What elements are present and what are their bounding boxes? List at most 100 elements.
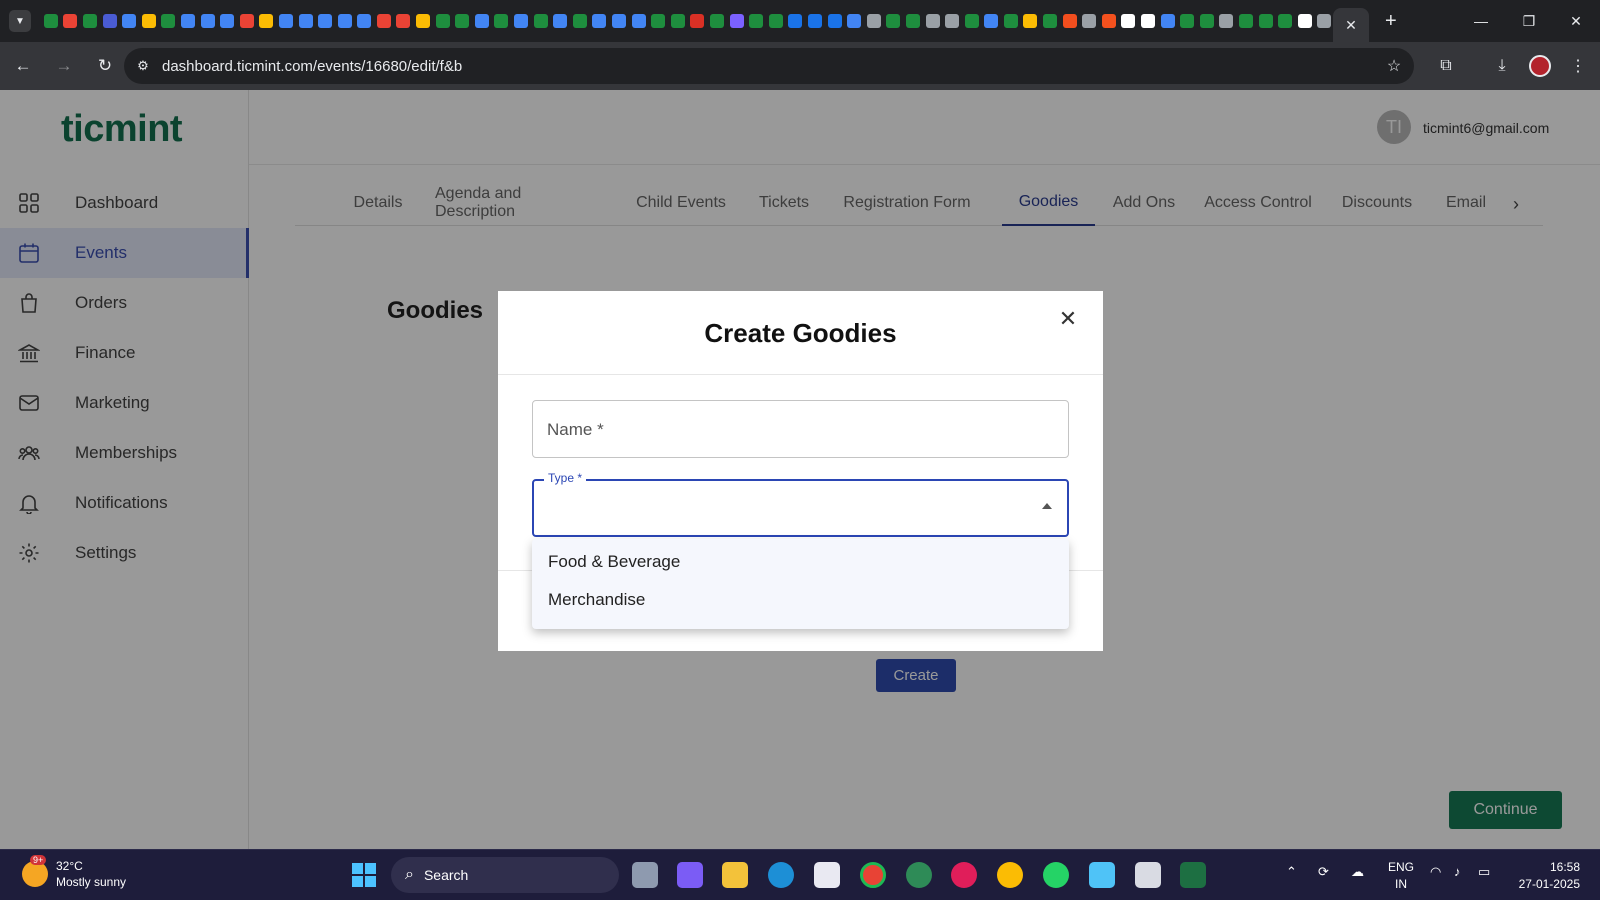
tab-favicon[interactable] [553,14,568,28]
tab-favicon[interactable] [945,14,960,28]
tab-favicon[interactable] [494,14,509,28]
tab-favicon[interactable] [866,14,881,28]
tab-favicon[interactable] [984,14,999,28]
tab-favicon[interactable] [1180,14,1195,28]
tab-favicon[interactable] [1219,14,1234,28]
option-merchandise[interactable]: Merchandise [548,590,645,610]
option-food-beverage[interactable]: Food & Beverage [548,552,680,572]
tab-favicon[interactable] [1160,14,1175,28]
tab-favicon[interactable] [925,14,940,28]
tab-favicon[interactable] [886,14,901,28]
chrome-icon[interactable] [860,862,886,888]
tab-favicon[interactable] [572,14,587,28]
tab-favicon[interactable] [514,14,529,28]
caret-up-icon[interactable] [1042,503,1052,509]
forward-icon[interactable]: → [46,48,82,84]
tab-favicon[interactable] [1003,14,1018,28]
bookmark-star-icon[interactable]: ☆ [1376,48,1412,84]
tab-favicon[interactable] [1101,14,1116,28]
tab-favicon[interactable] [1023,14,1038,28]
tab-favicon[interactable] [768,14,783,28]
back-icon[interactable]: ← [5,48,41,84]
active-tab[interactable]: ✕ [1333,8,1369,42]
tab-favicon[interactable] [435,14,450,28]
tab-favicon[interactable] [651,14,666,28]
tab-favicon[interactable] [337,14,352,28]
tab-favicon[interactable] [1043,14,1058,28]
tab-favicon[interactable] [690,14,705,28]
tab-favicon[interactable] [1082,14,1097,28]
windows-start-icon[interactable] [352,863,376,887]
snipping-tool-icon[interactable] [1135,862,1161,888]
tab-favicon[interactable] [670,14,685,28]
tab-favicon[interactable] [82,14,97,28]
restore-icon[interactable]: ❐ [1504,0,1554,42]
close-window-icon[interactable]: ✕ [1551,0,1600,42]
address-bar[interactable]: ⚙ dashboard.ticmint.com/events/16680/edi… [124,48,1414,84]
name-input[interactable]: Name * [532,400,1069,458]
close-icon[interactable]: ✕ [1054,305,1082,333]
tab-favicon[interactable] [631,14,646,28]
copilot-icon[interactable] [677,862,703,888]
close-tab-icon[interactable]: ✕ [1345,17,1357,34]
tab-favicon[interactable] [592,14,607,28]
url-text[interactable]: dashboard.ticmint.com/events/16680/edit/… [162,58,462,75]
tab-favicon[interactable] [298,14,313,28]
tab-favicon[interactable] [220,14,235,28]
taskbar-search[interactable]: ⌕ Search [391,857,619,893]
tab-favicon[interactable] [318,14,333,28]
tab-favicon[interactable] [1141,14,1156,28]
tab-favicon[interactable] [43,14,58,28]
tab-favicon[interactable] [533,14,548,28]
weather-widget[interactable]: 9+ 32°C Mostly sunny [22,855,126,890]
tab-favicon[interactable] [200,14,215,28]
system-clock[interactable]: 16:58 27-01-2025 [1508,859,1580,893]
tab-favicon[interactable] [141,14,156,28]
file-explorer-icon[interactable] [722,862,748,888]
tab-favicon[interactable] [180,14,195,28]
type-select[interactable]: Type * [532,471,1069,537]
site-settings-icon[interactable]: ⚙ [128,58,158,74]
minimize-icon[interactable]: — [1456,0,1506,42]
tab-favicon[interactable] [847,14,862,28]
language-indicator[interactable]: ENG IN [1386,859,1416,893]
tab-favicon[interactable] [1278,14,1293,28]
tab-favicon[interactable] [122,14,137,28]
sync-icon[interactable]: ⟳ [1318,864,1329,880]
tab-favicon[interactable] [455,14,470,28]
profile-avatar[interactable] [1522,48,1558,84]
reload-icon[interactable]: ↻ [87,48,123,84]
extensions-icon[interactable]: ⧉ [1428,48,1464,84]
tab-favicon[interactable] [788,14,803,28]
chrome-profile-2-icon[interactable] [997,862,1023,888]
tab-favicon[interactable] [964,14,979,28]
download-icon[interactable]: ⤓ [1484,48,1520,84]
tab-favicon[interactable] [63,14,78,28]
whatsapp-icon[interactable] [1043,862,1069,888]
tab-favicon[interactable] [1121,14,1136,28]
tab-favicon[interactable] [278,14,293,28]
slack-icon[interactable] [951,862,977,888]
tab-favicon[interactable] [102,14,117,28]
tab-favicon[interactable] [474,14,489,28]
tab-favicon[interactable] [161,14,176,28]
tab-favicon[interactable] [729,14,744,28]
onedrive-icon[interactable]: ☁ [1351,864,1364,880]
tab-favicon[interactable] [357,14,372,28]
edge-icon[interactable] [768,862,794,888]
tab-favicon[interactable] [239,14,254,28]
tab-favicon[interactable] [376,14,391,28]
battery-icon[interactable]: ▭ [1478,864,1490,880]
tab-favicon[interactable] [827,14,842,28]
task-view-icon[interactable] [632,862,658,888]
chevron-up-icon[interactable]: ⌃ [1286,864,1297,880]
chrome-profile-icon[interactable] [906,862,932,888]
tab-favicon[interactable] [1317,14,1332,28]
excel-icon[interactable] [1180,862,1206,888]
tab-favicon[interactable] [905,14,920,28]
store-icon[interactable] [814,862,840,888]
tab-favicon[interactable] [259,14,274,28]
volume-icon[interactable]: ♪ [1454,864,1461,879]
tab-favicon[interactable] [1258,14,1273,28]
tab-favicon[interactable] [1297,14,1312,28]
